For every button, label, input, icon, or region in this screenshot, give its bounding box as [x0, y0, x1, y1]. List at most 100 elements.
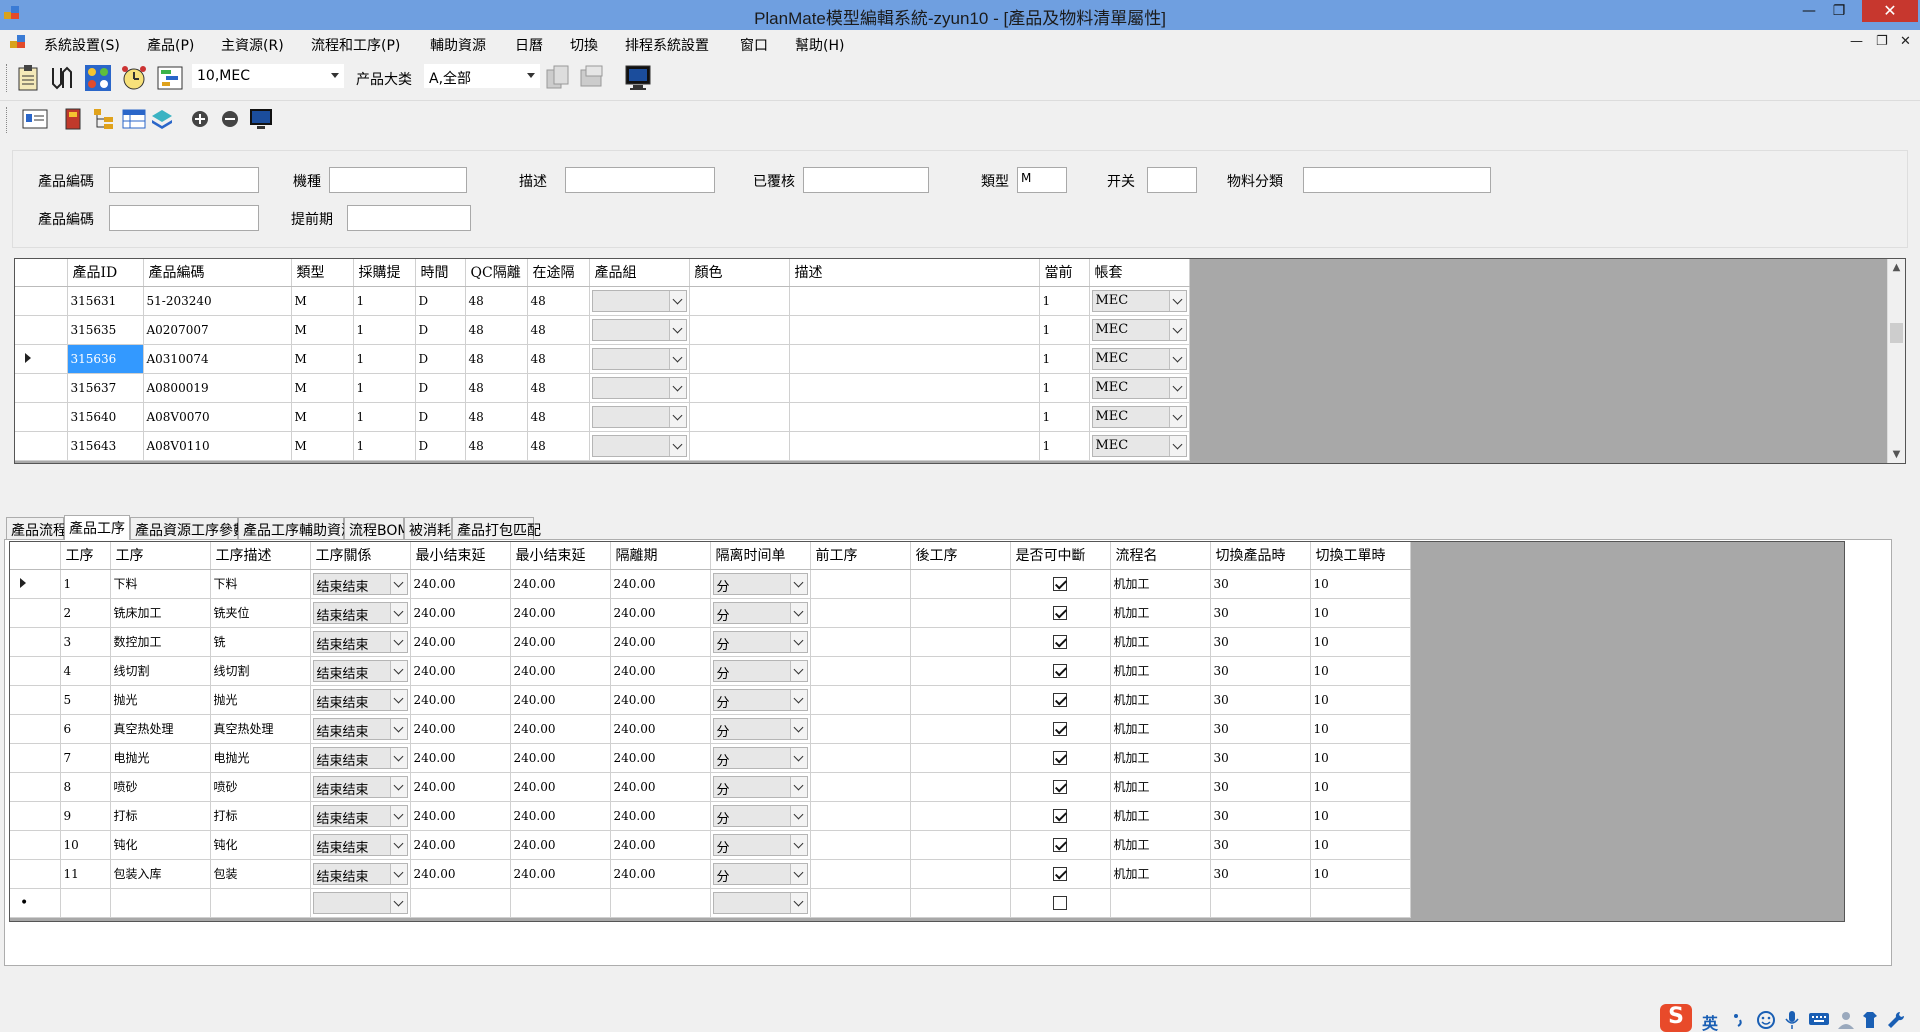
- description-cell[interactable]: [789, 286, 1040, 316]
- column-header[interactable]: 流程名: [1110, 542, 1211, 570]
- sequence-cell[interactable]: 10: [60, 830, 111, 860]
- menu-product[interactable]: 產品(P): [147, 35, 194, 55]
- empty-cell[interactable]: [1110, 888, 1211, 918]
- account-dropdown[interactable]: MEC: [1089, 344, 1190, 374]
- row-header[interactable]: [10, 743, 61, 773]
- mdi-close-button[interactable]: ✕: [1900, 34, 1911, 49]
- operation-cell[interactable]: 数控加工: [110, 627, 211, 657]
- min-end-delay-2-cell[interactable]: 240.00: [510, 772, 611, 802]
- table-row[interactable]: 315636 A0310074 M 1 D 48 48 1 MEC: [15, 344, 1190, 374]
- sequence-cell[interactable]: 9: [60, 801, 111, 831]
- isolation-period-cell[interactable]: 240.00: [610, 656, 711, 686]
- isolation-unit-dropdown[interactable]: 分: [710, 714, 811, 744]
- close-button[interactable]: ✕: [1862, 0, 1918, 22]
- min-end-delay-2-cell[interactable]: 240.00: [510, 859, 611, 889]
- purchase-lead-cell[interactable]: 1: [353, 373, 416, 403]
- layers-icon[interactable]: [150, 107, 174, 131]
- column-header[interactable]: 帳套: [1089, 259, 1190, 287]
- isolation-unit-dropdown-box[interactable]: 分: [712, 717, 808, 740]
- operation-desc-cell[interactable]: 喷砂: [210, 772, 311, 802]
- chevron-down-icon[interactable]: [668, 348, 686, 369]
- time-unit-cell[interactable]: D: [415, 315, 466, 345]
- product-group-dropdown[interactable]: [589, 402, 690, 432]
- min-end-delay-cell[interactable]: 240.00: [410, 801, 511, 831]
- switch-product-time-cell[interactable]: 30: [1210, 772, 1311, 802]
- interruptible-checkbox[interactable]: [1053, 692, 1067, 707]
- product-code-cell[interactable]: A08V0110: [143, 431, 292, 461]
- next-operation-cell[interactable]: [910, 627, 1011, 657]
- isolation-period-cell[interactable]: 240.00: [610, 743, 711, 773]
- purchase-lead-cell[interactable]: 1: [353, 402, 416, 432]
- type-cell[interactable]: M: [291, 402, 354, 432]
- isolation-period-cell[interactable]: 240.00: [610, 859, 711, 889]
- switch-order-time-cell[interactable]: 10: [1310, 743, 1411, 773]
- toolbar-grip[interactable]: [6, 64, 9, 92]
- isolation-unit-dropdown[interactable]: [710, 888, 811, 918]
- table-view-icon[interactable]: [122, 107, 146, 131]
- relation-dropdown[interactable]: 结束结束: [310, 598, 411, 628]
- chevron-down-icon[interactable]: [389, 602, 407, 623]
- product-group-dropdown-box[interactable]: [591, 289, 687, 312]
- time-unit-cell[interactable]: D: [415, 431, 466, 461]
- qc-isolation-cell[interactable]: 48: [465, 315, 528, 345]
- transit-isolation-cell[interactable]: 48: [527, 373, 590, 403]
- switch-order-time-cell[interactable]: 10: [1310, 859, 1411, 889]
- qc-isolation-cell[interactable]: 48: [465, 431, 528, 461]
- empty-cell[interactable]: [910, 888, 1011, 918]
- prev-operation-cell[interactable]: [810, 743, 911, 773]
- product-code-cell[interactable]: A08V0070: [143, 402, 292, 432]
- tab-2[interactable]: 產品資源工序參數: [130, 517, 247, 539]
- operation-desc-cell[interactable]: 线切割: [210, 656, 311, 686]
- column-header[interactable]: 採購提: [353, 259, 416, 287]
- qc-isolation-cell[interactable]: 48: [465, 402, 528, 432]
- min-end-delay-cell[interactable]: 240.00: [410, 569, 511, 599]
- isolation-unit-dropdown[interactable]: 分: [710, 627, 811, 657]
- min-end-delay-2-cell[interactable]: 240.00: [510, 801, 611, 831]
- relation-dropdown-box[interactable]: 结束结束: [312, 659, 408, 682]
- interruptible-cell[interactable]: [1010, 569, 1111, 599]
- chevron-down-icon[interactable]: [789, 602, 807, 623]
- chevron-down-icon[interactable]: [789, 776, 807, 797]
- product-code-cell[interactable]: A0800019: [143, 373, 292, 403]
- purchase-lead-cell[interactable]: 1: [353, 431, 416, 461]
- current-cell[interactable]: 1: [1039, 431, 1090, 461]
- switch-product-time-cell[interactable]: 30: [1210, 801, 1311, 831]
- menu-switch[interactable]: 切換: [570, 35, 598, 55]
- relation-dropdown-box[interactable]: 结束结束: [312, 572, 408, 595]
- interruptible-checkbox[interactable]: [1053, 721, 1067, 736]
- transit-isolation-cell[interactable]: 48: [527, 286, 590, 316]
- description-field[interactable]: [565, 167, 715, 193]
- relation-dropdown-box[interactable]: [312, 891, 408, 914]
- operation-cell[interactable]: 钝化: [110, 830, 211, 860]
- operation-desc-cell[interactable]: 包装: [210, 859, 311, 889]
- row-header[interactable]: [10, 598, 61, 628]
- switch-field[interactable]: [1147, 167, 1197, 193]
- product-group-dropdown-box[interactable]: [591, 376, 687, 399]
- relation-dropdown-box[interactable]: 结束结束: [312, 746, 408, 769]
- tools-icon[interactable]: [1886, 1010, 1906, 1030]
- menu-help[interactable]: 幫助(H): [795, 35, 844, 55]
- relation-dropdown[interactable]: 结束结束: [310, 685, 411, 715]
- description-cell[interactable]: [789, 402, 1040, 432]
- column-header[interactable]: 隔离时间单: [710, 542, 811, 570]
- monitor-icon[interactable]: [624, 64, 652, 92]
- switch-product-time-cell[interactable]: 30: [1210, 627, 1311, 657]
- interruptible-checkbox[interactable]: [1053, 750, 1067, 765]
- ime-language-toggle[interactable]: 英: [1702, 1010, 1718, 1032]
- current-cell[interactable]: 1: [1039, 344, 1090, 374]
- product-code-cell[interactable]: 51-203240: [143, 286, 292, 316]
- relation-dropdown[interactable]: 结束结束: [310, 830, 411, 860]
- display-icon[interactable]: [248, 107, 274, 131]
- toolbar-grip[interactable]: [6, 107, 9, 133]
- switch-order-time-cell[interactable]: 10: [1310, 685, 1411, 715]
- product-group-dropdown-box[interactable]: [591, 405, 687, 428]
- column-header[interactable]: 產品組: [589, 259, 690, 287]
- product-category-combo[interactable]: A,全部: [424, 64, 540, 88]
- switch-product-time-cell[interactable]: 30: [1210, 569, 1311, 599]
- interruptible-checkbox[interactable]: [1053, 663, 1067, 678]
- table-row[interactable]: 8 喷砂 喷砂 结束结束 240.00 240.00 240.00 分机加工 30 10: [10, 772, 1411, 802]
- table-row[interactable]: 315635 A0207007 M 1 D 48 48 1 MEC: [15, 315, 1190, 345]
- chevron-down-icon[interactable]: [668, 435, 686, 456]
- flow-name-cell[interactable]: 机加工: [1110, 598, 1211, 628]
- time-unit-cell[interactable]: D: [415, 344, 466, 374]
